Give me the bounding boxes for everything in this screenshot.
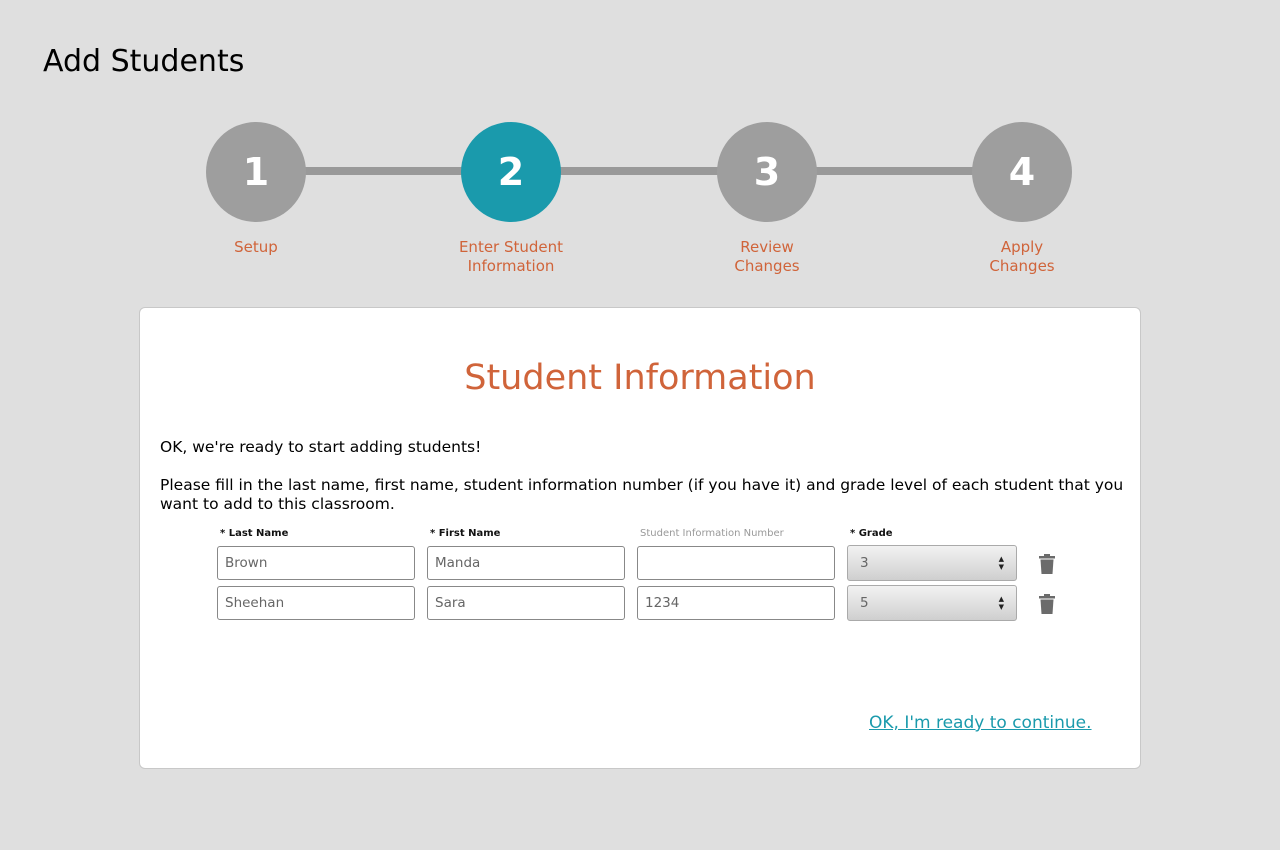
step-2-label-line1: Enter Student <box>458 238 564 256</box>
instructions-text: Please fill in the last name, first name… <box>160 476 1124 513</box>
intro-text: OK, we're ready to start adding students… <box>160 438 482 456</box>
last-name-input-row-2[interactable] <box>217 586 415 620</box>
trash-icon[interactable] <box>1039 554 1055 574</box>
step-1-label-text: Setup <box>234 238 278 256</box>
student-number-column-label: Student Information Number <box>640 528 784 539</box>
grade-select-row-2-value: 5 <box>860 595 869 611</box>
progress-stepper: 1 Setup 2 Enter Student Information 3 Re… <box>0 0 1280 290</box>
grade-select-row-1[interactable]: 3 ▲ ▼ <box>847 545 1017 581</box>
student-information-card: Student Information OK, we're ready to s… <box>139 307 1141 769</box>
step-3-circle[interactable]: 3 <box>717 122 817 222</box>
grade-column-label: * Grade <box>850 528 893 539</box>
stepper-connector-line <box>256 167 1022 175</box>
step-4-circle[interactable]: 4 <box>972 122 1072 222</box>
continue-link[interactable]: OK, I'm ready to continue. <box>869 713 1092 733</box>
step-4-label-line2: Changes <box>989 257 1055 275</box>
grade-select-row-2[interactable]: 5 ▲ ▼ <box>847 585 1017 621</box>
updown-arrows-icon: ▲ ▼ <box>998 595 1004 611</box>
updown-arrows-icon: ▲ ▼ <box>998 555 1004 571</box>
card-title: Student Information <box>464 358 816 398</box>
step-3-label-line2: Changes <box>734 257 800 275</box>
step-1-label: Setup <box>186 238 326 257</box>
first-name-input-row-2[interactable] <box>427 586 625 620</box>
step-2-circle[interactable]: 2 <box>461 122 561 222</box>
step-2-label: Enter Student Information <box>441 238 581 276</box>
step-4-label: Apply Changes <box>952 238 1092 276</box>
student-number-input-row-1[interactable] <box>637 546 835 580</box>
first-name-column-label: * First Name <box>430 528 501 539</box>
step-2-label-line2: Information <box>467 257 555 275</box>
student-number-input-row-2[interactable] <box>637 586 835 620</box>
step-3-label-line1: Review <box>740 238 794 256</box>
first-name-input-row-1[interactable] <box>427 546 625 580</box>
step-4-label-line1: Apply <box>1000 238 1044 256</box>
step-1-circle[interactable]: 1 <box>206 122 306 222</box>
trash-icon[interactable] <box>1039 594 1055 614</box>
last-name-input-row-1[interactable] <box>217 546 415 580</box>
grade-select-row-1-value: 3 <box>860 555 869 571</box>
step-3-label: Review Changes <box>697 238 837 276</box>
last-name-column-label: * Last Name <box>220 528 289 539</box>
